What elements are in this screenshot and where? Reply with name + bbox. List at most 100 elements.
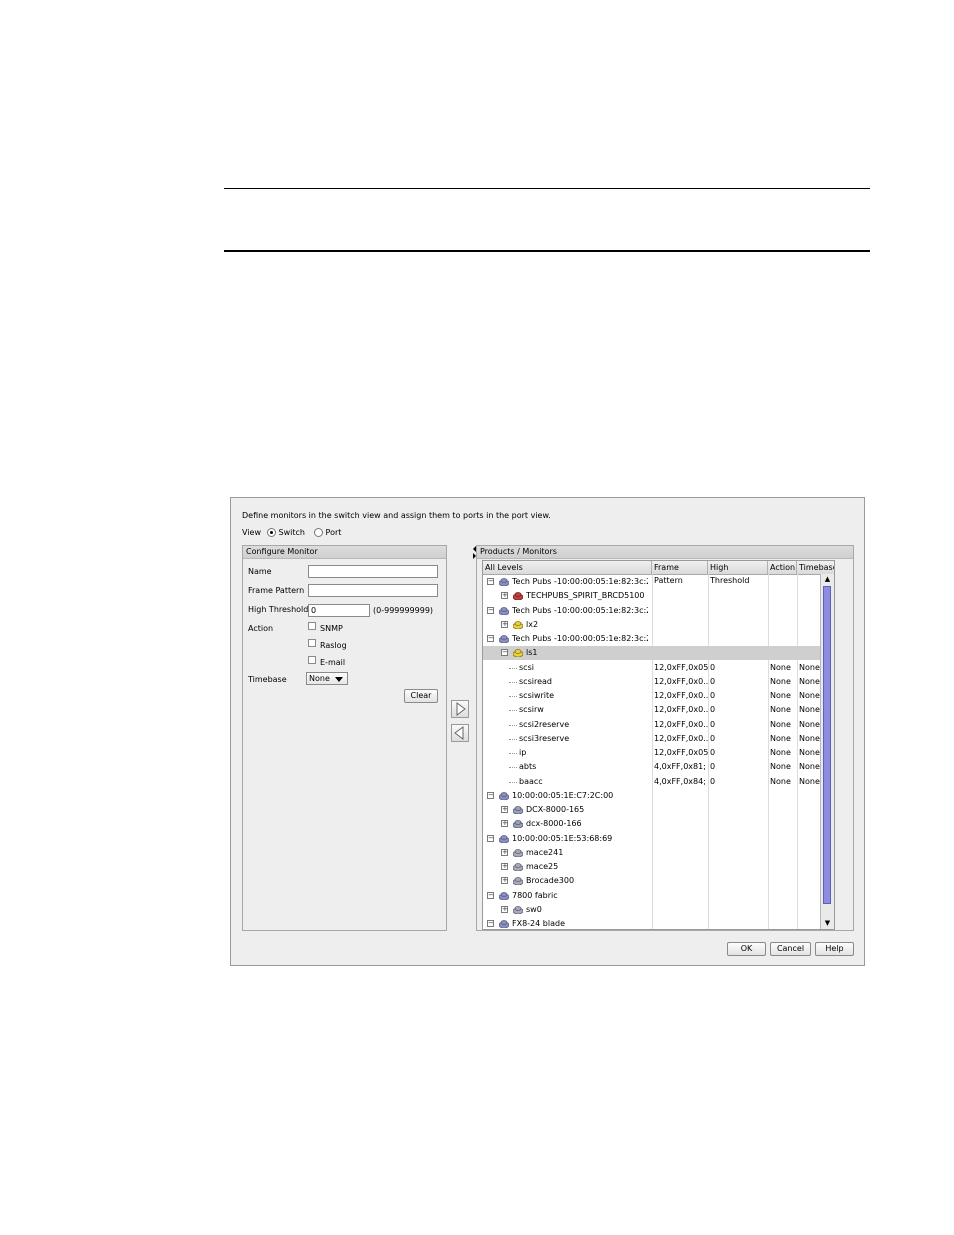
frame-pattern-field[interactable] (308, 584, 438, 597)
tree-node-label: scsi3reserve (519, 733, 570, 743)
col-all-levels[interactable]: All Levels (483, 561, 652, 574)
tree-node-label: Brocade300 (526, 876, 575, 886)
tree-node-row[interactable]: + lx2 (483, 618, 834, 632)
high-threshold-cell: 0 (710, 748, 716, 757)
assign-right-button[interactable] (451, 700, 469, 718)
monitor-row[interactable]: scsiread 12,0xFF,0x0... 0 None None (483, 675, 834, 689)
frame-pattern-label: Frame Pattern (248, 586, 305, 595)
view-switch-radio[interactable]: Switch (266, 528, 305, 537)
tree-node-row[interactable]: − FX8-24 blade (483, 917, 834, 929)
view-port-radio[interactable]: Port (313, 528, 342, 537)
expand-icon[interactable]: + (501, 905, 508, 913)
frame-pattern-cell: 12,0xFF,0x0... (654, 676, 708, 686)
frame-pattern-cell: 4,0xFF,0x84; ... (654, 776, 708, 786)
fabric-icon (499, 920, 509, 928)
tree-node-label: Tech Pubs -10:00:00:05:1e:82:3c:2c (512, 605, 648, 615)
col-timebase[interactable]: Timebase (797, 561, 834, 574)
expand-icon[interactable]: + (501, 620, 508, 628)
monitor-row[interactable]: ip 12,0xFF,0x05; 0 None None (483, 746, 834, 760)
tree-node-row[interactable]: + mace241 (483, 846, 834, 860)
radio-on-icon (266, 528, 276, 537)
collapse-icon[interactable]: − (487, 635, 494, 642)
bottom-rule (224, 250, 870, 252)
action-cell: None (770, 776, 791, 786)
collapse-icon[interactable]: − (487, 606, 494, 614)
tree-node-row[interactable]: + mace25 (483, 860, 834, 874)
top-rule (224, 188, 870, 189)
email-checkbox[interactable] (308, 656, 316, 664)
ok-button[interactable]: OK (727, 942, 766, 956)
tree-node-row[interactable]: − ls1 (483, 646, 834, 661)
tree-node-row[interactable]: − 10:00:00:05:1E:C7:2C:00 (483, 789, 834, 803)
collapse-icon[interactable]: − (487, 891, 494, 899)
tree-node-row[interactable]: + Brocade300 (483, 874, 834, 888)
fabric-icon (499, 891, 509, 900)
action-cell: None (770, 762, 791, 772)
help-button[interactable]: Help (815, 942, 854, 956)
remove-left-button[interactable] (451, 724, 469, 742)
collapse-icon[interactable]: − (487, 834, 494, 842)
tree-node-label: TECHPUBS_SPIRIT_BRCD5100 (526, 591, 645, 601)
tree-node-row[interactable]: − Tech Pubs -10:00:00:05:1e:82:3c:2a (483, 575, 834, 589)
email-label: E-mail (320, 658, 346, 667)
expand-icon[interactable]: + (501, 863, 508, 870)
vertical-scrollbar[interactable]: ▲ ▼ (820, 574, 834, 929)
high-threshold-cell: 0 (710, 733, 716, 743)
products-table[interactable]: All Levels Frame Pattern High Threshold … (482, 560, 835, 930)
col-high-threshold[interactable]: High Threshold (708, 561, 768, 585)
cancel-button[interactable]: Cancel (770, 942, 811, 956)
high-threshold-field[interactable] (308, 604, 370, 617)
monitor-row[interactable]: baacc4,0xFF,0x84; ...0NoneNone (483, 775, 834, 789)
collapse-icon[interactable]: − (487, 578, 494, 585)
scroll-thumb[interactable] (823, 586, 831, 904)
monitor-row[interactable]: scsiwrite 12,0xFF,0x0... 0 None None (483, 689, 834, 703)
expand-icon[interactable]: + (501, 877, 508, 885)
tree-node-row[interactable]: + sw0 (483, 903, 834, 917)
tree-node-row[interactable]: − 7800 fabric (483, 889, 834, 903)
monitor-row[interactable]: scsi 12,0xFF,0x05; 0 None None (483, 661, 834, 675)
monitor-row[interactable]: scsi2reserve 12,0xFF,0x0... 0 None None (483, 718, 834, 732)
switch-gray-icon (513, 877, 523, 886)
name-field[interactable] (308, 565, 438, 578)
fabric-icon (499, 635, 509, 643)
view-label: View (242, 528, 261, 537)
tree-node-row[interactable]: − Tech Pubs -10:00:00:05:1e:82:3c:2b (483, 632, 834, 646)
collapse-icon[interactable]: − (487, 920, 494, 927)
expand-icon[interactable]: + (501, 848, 508, 856)
expand-icon[interactable]: + (501, 806, 508, 813)
scroll-down-icon[interactable]: ▼ (822, 918, 833, 929)
col-action[interactable]: Action (768, 561, 797, 574)
switch-gray-icon (513, 863, 523, 871)
col-frame-pattern[interactable]: Frame Pattern (652, 561, 708, 585)
collapse-icon[interactable]: − (487, 791, 494, 799)
clear-button[interactable]: Clear (404, 689, 438, 703)
raslog-checkbox[interactable] (308, 639, 316, 647)
snmp-checkbox[interactable] (308, 622, 316, 630)
monitor-row[interactable]: scsi3reserve 12,0xFF,0x0... 0 None None (483, 732, 834, 746)
tree-node-row[interactable]: + TECHPUBS_SPIRIT_BRCD5100 (483, 589, 834, 603)
snmp-label: SNMP (320, 624, 343, 633)
monitor-row[interactable]: abts4,0xFF,0x81; ...0NoneNone (483, 760, 834, 774)
action-cell: None (770, 748, 791, 757)
tree-node-label: dcx-8000-166 (526, 819, 582, 829)
view-port-label: Port (325, 528, 342, 537)
tree-node-row[interactable]: + dcx-8000-166 (483, 817, 834, 831)
dialog-instruction: Define monitors in the switch view and a… (242, 511, 551, 520)
tree-node-label: abts (519, 762, 537, 772)
timebase-select[interactable]: None (306, 672, 348, 685)
tree-node-row[interactable]: − 10:00:00:05:1E:53:68:69 (483, 832, 834, 846)
expand-icon[interactable]: + (501, 820, 508, 828)
collapse-icon[interactable]: − (501, 649, 508, 657)
tree-node-label: 7800 fabric (512, 890, 558, 900)
tree-node-row[interactable]: − Tech Pubs -10:00:00:05:1e:82:3c:2c (483, 604, 834, 618)
chevron-down-icon (335, 677, 343, 682)
tree-node-label: FX8-24 blade (512, 919, 565, 928)
action-cell: None (770, 691, 791, 700)
monitor-row[interactable]: scsirw 12,0xFF,0x0... 0 None None (483, 703, 834, 717)
scroll-up-icon[interactable]: ▲ (822, 574, 833, 585)
expand-icon[interactable]: + (501, 592, 508, 600)
tree-node-row[interactable]: + DCX-8000-165 (483, 803, 834, 817)
high-threshold-label: High Threshold (248, 605, 309, 614)
tree-node-label: scsi (519, 662, 534, 672)
switch-gray-icon (513, 905, 523, 914)
